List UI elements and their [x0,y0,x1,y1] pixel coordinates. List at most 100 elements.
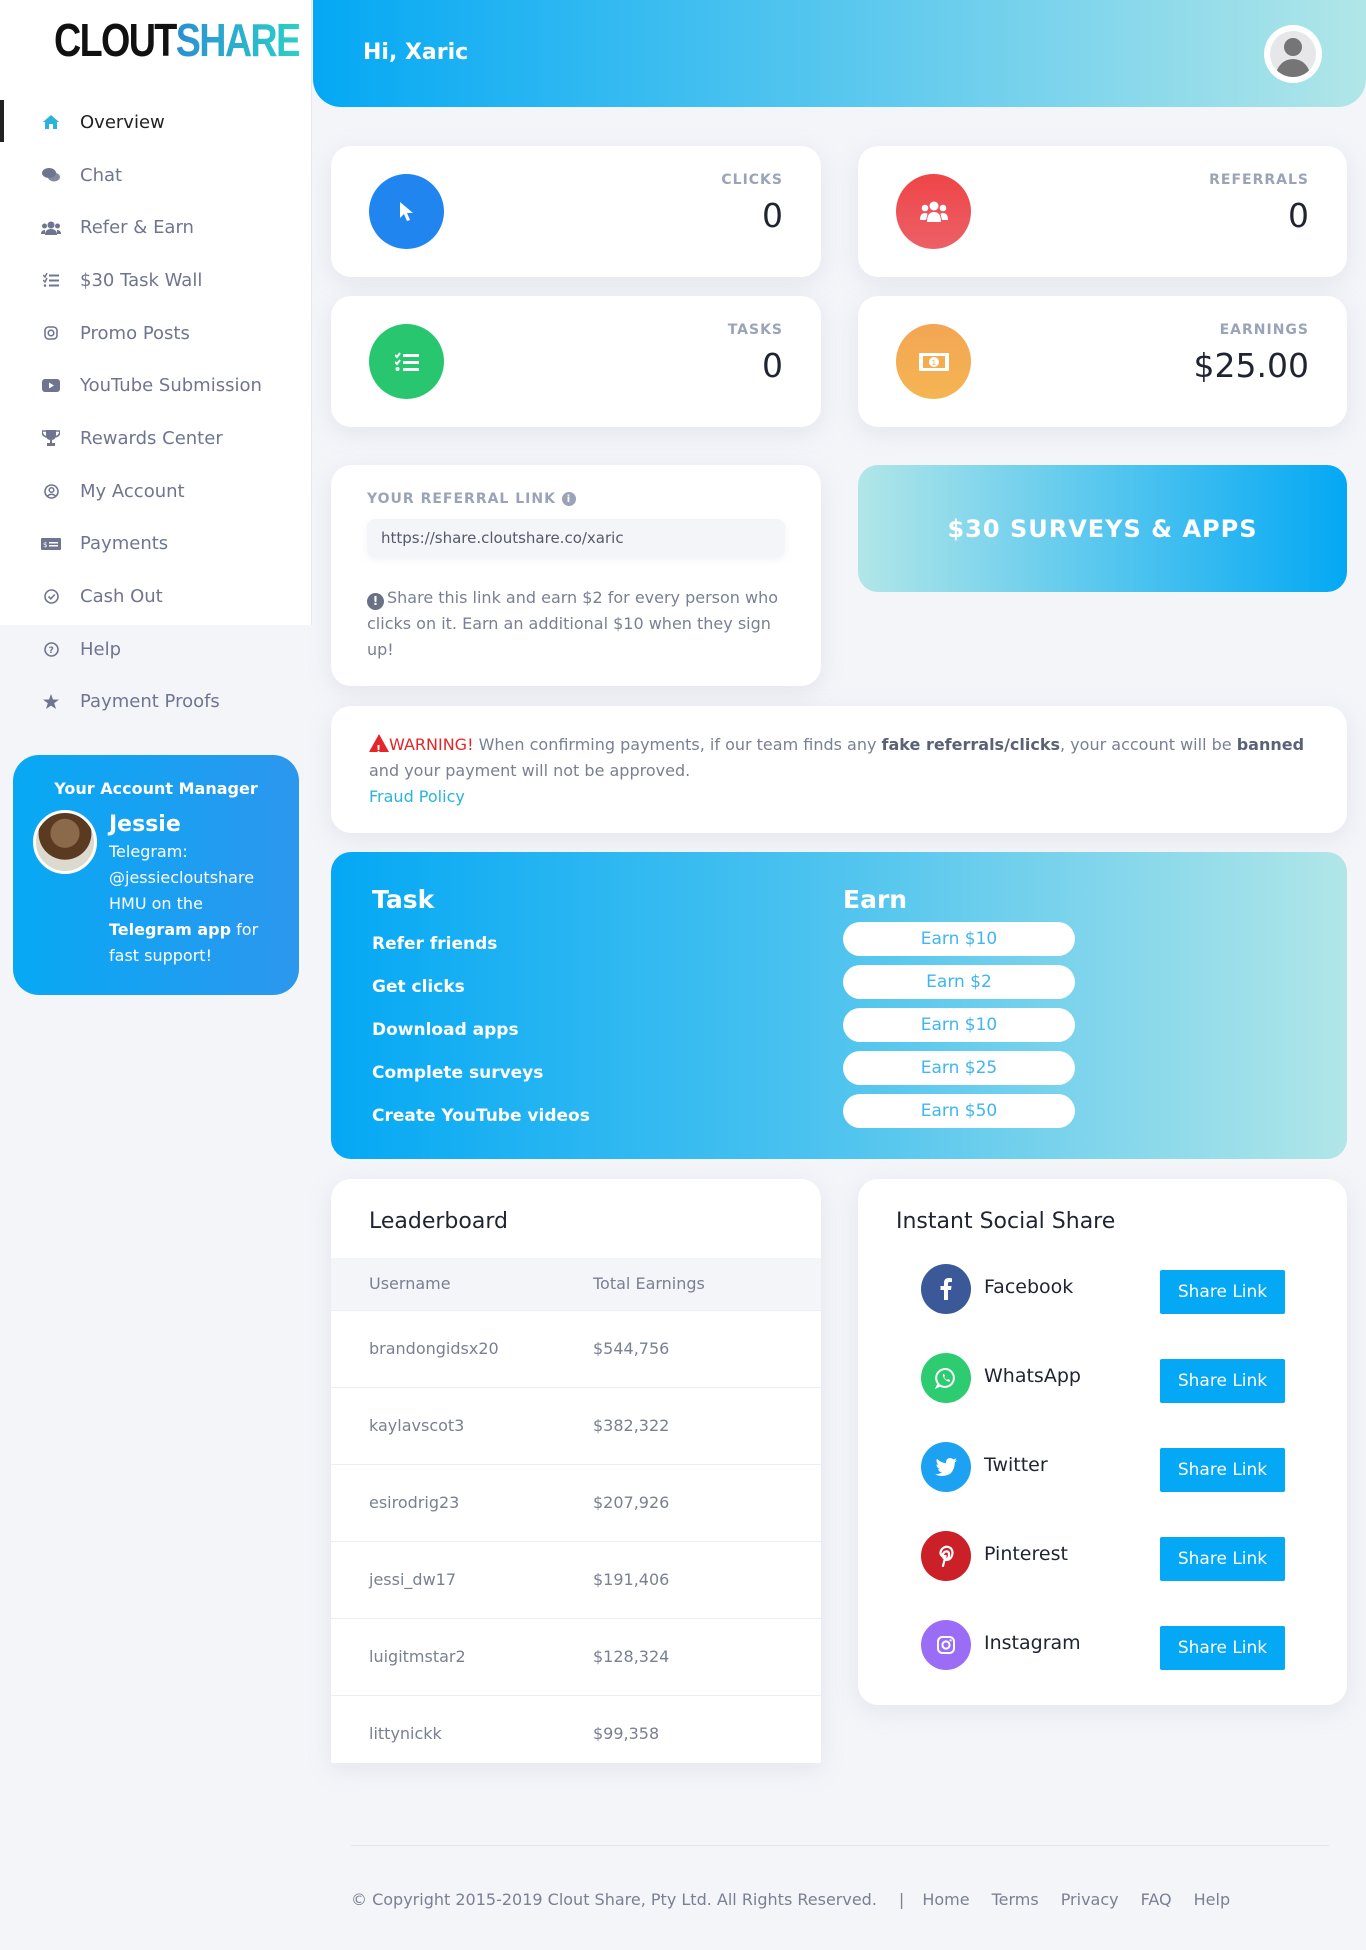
earn-button[interactable]: Earn $10 [843,1008,1075,1042]
sidebar-item-refer-earn[interactable]: Refer & Earn [0,201,312,254]
username-cell: jessi_dw17 [331,1540,593,1618]
sidebar-item-label: Chat [80,164,123,186]
sidebar-item-cash-out[interactable]: Cash Out [0,570,312,623]
column-header-username: Username [331,1258,593,1310]
stat-value-referrals: 0 [1288,196,1309,235]
earn-button[interactable]: Earn $10 [843,922,1075,956]
sidebar-item-promo-posts[interactable]: Promo Posts [0,307,312,360]
copyright-text: © Copyright 2015-2019 Clout Share, Pty L… [351,1890,877,1909]
earnings-cell: $191,406 [593,1540,821,1618]
users-icon [896,174,971,249]
referral-link-input[interactable] [367,519,785,557]
stat-card-tasks: TASKS 0 [331,296,821,427]
share-link-button-pinterest[interactable]: Share Link [1160,1537,1285,1581]
greeting: Hi, Xaric [363,40,469,65]
earnings-cell: $128,324 [593,1617,821,1695]
stat-value-clicks: 0 [762,196,783,235]
task-header: Task [372,885,435,914]
task-earn-panel: Task Earn Refer friends Earn $10 Get cli… [331,852,1347,1159]
leaderboard-title: Leaderboard [369,1209,508,1234]
footer-link-privacy[interactable]: Privacy [1061,1890,1119,1909]
task-list-icon [40,271,62,289]
sidebar-item-help[interactable]: ? Help [0,623,312,676]
check-circle-icon [40,588,62,606]
cloutshare-logo[interactable]: CLOUTSHARE [54,12,301,68]
svg-text:$: $ [43,541,47,549]
home-icon [40,113,62,131]
footer-link-terms[interactable]: Terms [992,1890,1039,1909]
share-link-button-facebook[interactable]: Share Link [1160,1270,1285,1314]
surveys-apps-button[interactable]: $30 SURVEYS & APPS [858,465,1347,592]
share-link-button-twitter[interactable]: Share Link [1160,1448,1285,1492]
stat-label: EARNINGS [1219,322,1309,338]
cursor-icon [369,174,444,249]
username-cell: kaylavscot3 [331,1386,593,1464]
sidebar-item-label: Help [80,638,122,660]
earn-button[interactable]: Earn $50 [843,1094,1075,1128]
stat-label: CLICKS [721,172,783,188]
sidebar-item-label: Cash Out [80,586,163,608]
footer-link-faq[interactable]: FAQ [1141,1890,1172,1909]
sidebar-item-rewards-center[interactable]: Rewards Center [0,412,312,465]
sidebar-item-task-wall[interactable]: $30 Task Wall [0,254,312,307]
share-link-button-whatsapp[interactable]: Share Link [1160,1359,1285,1403]
username-cell: littynickk [331,1694,593,1763]
svg-text:1: 1 [931,359,935,367]
social-row-whatsapp: WhatsApp Share Link [921,1353,1291,1405]
stat-value-earnings: $25.00 [1193,346,1309,385]
earnings-cell: $544,756 [593,1309,821,1387]
sidebar-item-label: $30 Task Wall [80,269,203,291]
footer: © Copyright 2015-2019 Clout Share, Pty L… [351,1890,1252,1909]
question-circle-icon: ? [40,640,62,658]
instagram-icon [921,1620,971,1670]
info-icon[interactable]: i [561,492,576,506]
fraud-policy-link[interactable]: Fraud Policy [369,787,465,806]
twitter-icon [921,1442,971,1492]
sidebar-item-overview[interactable]: Overview [0,96,312,149]
earn-button[interactable]: Earn $25 [843,1051,1075,1085]
table-row: esirodrig23 $207,926 [331,1463,821,1541]
task-list-icon [369,324,444,399]
username-cell: luigitmstar2 [331,1617,593,1695]
sidebar-item-label: Promo Posts [80,322,190,344]
social-share-card: Instant Social Share Facebook Share Link… [858,1179,1347,1705]
table-row: brandongidsx20 $544,756 [331,1309,821,1387]
youtube-icon [40,377,62,395]
earnings-cell: $99,358 [593,1694,821,1763]
account-manager-card: Your Account Manager Jessie Telegram: @j… [13,755,299,995]
star-icon [40,693,62,711]
sidebar-item-label: Payment Proofs [80,691,220,713]
sidebar-item-label: YouTube Submission [80,375,262,397]
sidebar-item-youtube-submission[interactable]: YouTube Submission [0,359,312,412]
sidebar-item-payment-proofs[interactable]: Payment Proofs [0,676,312,729]
sidebar-item-label: Payments [80,533,169,555]
stat-label: REFERRALS [1209,172,1309,188]
username-cell: esirodrig23 [331,1463,593,1541]
sidebar-item-payments[interactable]: $ Payments [0,518,312,571]
social-name: Twitter [984,1454,1048,1476]
share-link-button-instagram[interactable]: Share Link [1160,1626,1285,1670]
social-row-instagram: Instagram Share Link [921,1620,1291,1672]
warning-label: WARNING! [389,735,474,754]
earn-button[interactable]: Earn $2 [843,965,1075,999]
exclamation-circle-icon: ! [367,592,384,610]
footer-link-help[interactable]: Help [1194,1890,1230,1909]
footer-divider [351,1845,1329,1846]
sidebar-nav: Overview Chat Refer & Earn $30 Task Wall… [0,96,312,728]
manager-telegram-handle[interactable]: @jessiecloutshare [109,865,258,891]
footer-link-home[interactable]: Home [922,1890,969,1909]
table-row: luigitmstar2 $128,324 [331,1617,821,1695]
user-avatar-button[interactable] [1264,25,1322,83]
sidebar-item-my-account[interactable]: My Account [0,465,312,518]
user-circle-icon [40,482,62,500]
earn-header: Earn [843,885,908,914]
stat-card-referrals: REFERRALS 0 [858,146,1347,277]
sidebar-item-label: Overview [80,111,165,133]
social-share-title: Instant Social Share [896,1209,1116,1234]
task-label: Get clicks [372,977,465,997]
leaderboard-table: Username Total Earnings brandongidsx20 $5… [331,1258,821,1763]
sidebar-item-label: Rewards Center [80,427,223,449]
manager-contact: Telegram: @jessiecloutshare HMU on the T… [109,842,259,965]
social-name: Pinterest [984,1543,1068,1565]
sidebar-item-chat[interactable]: Chat [0,149,312,202]
